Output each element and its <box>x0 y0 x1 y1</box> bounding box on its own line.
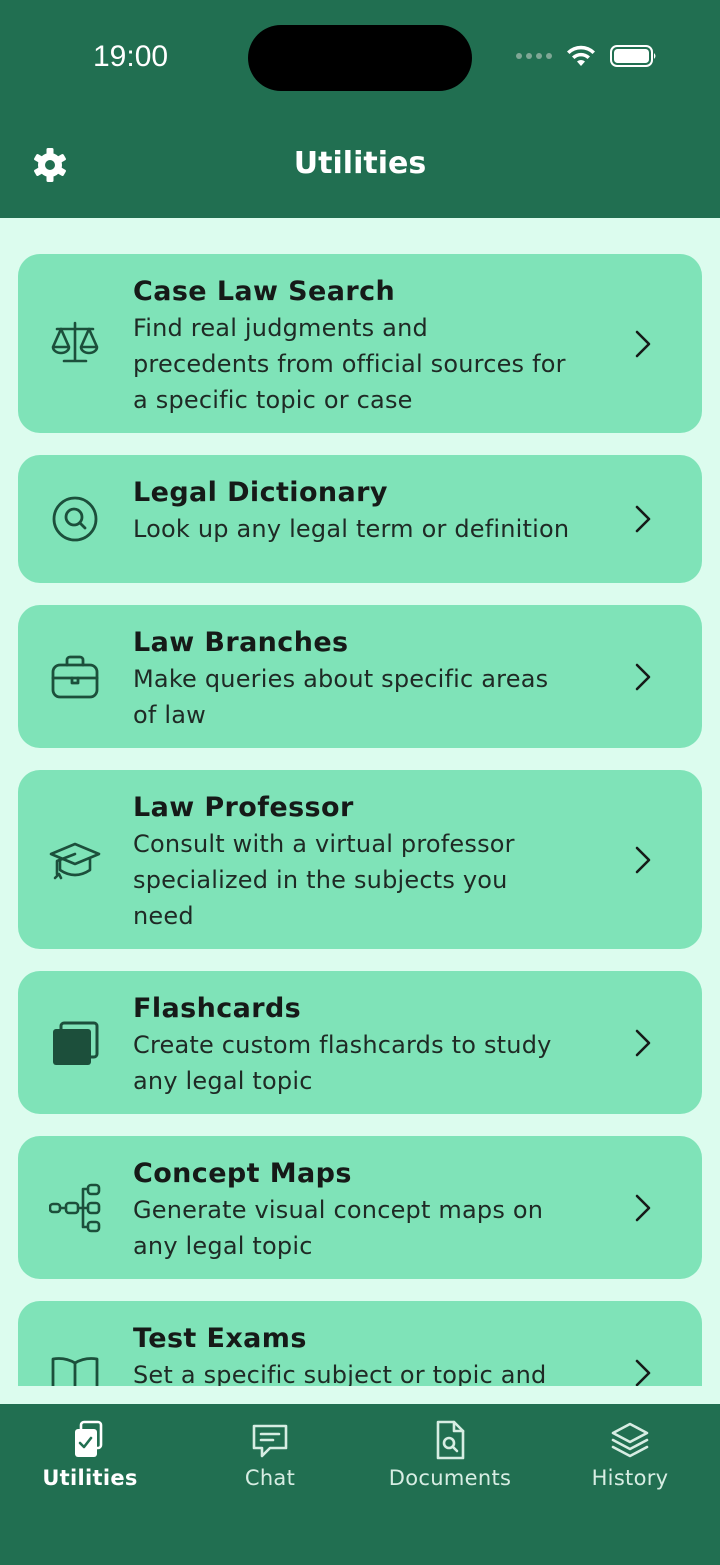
card-description: Consult with a virtual professor special… <box>133 830 515 930</box>
card-title: Concept Maps <box>133 1158 352 1189</box>
chevron-right-icon <box>635 330 651 358</box>
search-icon <box>48 492 102 546</box>
tab-label: Utilities <box>42 1466 138 1490</box>
card-description: Make queries about specific areas of law <box>133 665 549 729</box>
card-text: Law Professor Consult with a virtual pro… <box>133 790 613 934</box>
tab-bar: Utilities Chat Documents History <box>0 1404 720 1565</box>
utility-card-flashcards[interactable]: Flashcards Create custom flashcards to s… <box>18 971 702 1114</box>
wifi-icon <box>567 45 595 66</box>
card-title: Flashcards <box>133 993 302 1024</box>
layers-icon <box>611 1422 649 1458</box>
card-title: Case Law Search <box>133 276 396 307</box>
page-title: Utilities <box>293 146 427 181</box>
card-title: Legal Dictionary <box>133 477 388 508</box>
card-text: Case Law Search Find real judgments and … <box>133 274 613 418</box>
tab-history[interactable]: History <box>540 1420 720 1490</box>
tab-chat[interactable]: Chat <box>180 1420 360 1490</box>
briefcase-icon <box>48 650 102 704</box>
utility-card-law-professor[interactable]: Law Professor Consult with a virtual pro… <box>18 770 702 949</box>
card-description: Set a specific subject or topic and <box>133 1361 547 1386</box>
utilities-list[interactable]: Case Law Search Find real judgments and … <box>0 218 720 1386</box>
battery-icon <box>610 45 656 67</box>
dynamic-island <box>248 25 472 91</box>
card-title: Test Exams <box>133 1323 307 1354</box>
document-search-icon <box>436 1420 465 1460</box>
card-description: Generate visual concept maps on any lega… <box>133 1196 544 1260</box>
utilities-icon <box>75 1420 103 1457</box>
card-title: Law Branches <box>133 627 349 658</box>
card-text: Flashcards Create custom flashcards to s… <box>133 991 613 1099</box>
scales-icon <box>48 316 102 370</box>
tab-label: Chat <box>244 1466 296 1490</box>
cards-icon <box>48 1016 102 1070</box>
card-description: Create custom flashcards to study any le… <box>133 1031 552 1095</box>
chevron-right-icon <box>635 846 651 874</box>
tab-documents[interactable]: Documents <box>360 1420 540 1490</box>
card-text: Legal Dictionary Look up any legal term … <box>133 475 613 547</box>
chevron-right-icon <box>635 663 651 691</box>
graduation-cap-icon <box>48 833 102 887</box>
status-time: 19:00 <box>93 40 169 73</box>
chevron-right-icon <box>635 1029 651 1057</box>
card-title: Law Professor <box>133 792 354 823</box>
card-text: Law Branches Make queries about specific… <box>133 625 613 733</box>
card-text: Test Exams Set a specific subject or top… <box>133 1321 613 1386</box>
tab-label: Documents <box>388 1466 512 1490</box>
book-icon <box>48 1346 102 1386</box>
utility-card-test-exams[interactable]: Test Exams Set a specific subject or top… <box>18 1301 702 1386</box>
status-icons <box>516 44 658 68</box>
utility-card-law-branches[interactable]: Law Branches Make queries about specific… <box>18 605 702 748</box>
utility-card-case-law-search[interactable]: Case Law Search Find real judgments and … <box>18 254 702 433</box>
chevron-right-icon <box>635 1194 651 1222</box>
utility-card-concept-maps[interactable]: Concept Maps Generate visual concept map… <box>18 1136 702 1279</box>
utility-card-legal-dictionary[interactable]: Legal Dictionary Look up any legal term … <box>18 455 702 583</box>
card-description: Find real judgments and precedents from … <box>133 314 566 414</box>
chat-icon <box>252 1424 288 1458</box>
card-description: Look up any legal term or definition <box>133 515 570 543</box>
app-header: 19:00 Utilities <box>0 0 720 218</box>
signal-icon <box>516 53 552 59</box>
tab-label: History <box>591 1466 669 1490</box>
hierarchy-icon <box>48 1181 102 1235</box>
tab-utilities[interactable]: Utilities <box>0 1420 180 1490</box>
chevron-right-icon <box>635 1359 651 1386</box>
card-text: Concept Maps Generate visual concept map… <box>133 1156 613 1264</box>
chevron-right-icon <box>635 505 651 533</box>
